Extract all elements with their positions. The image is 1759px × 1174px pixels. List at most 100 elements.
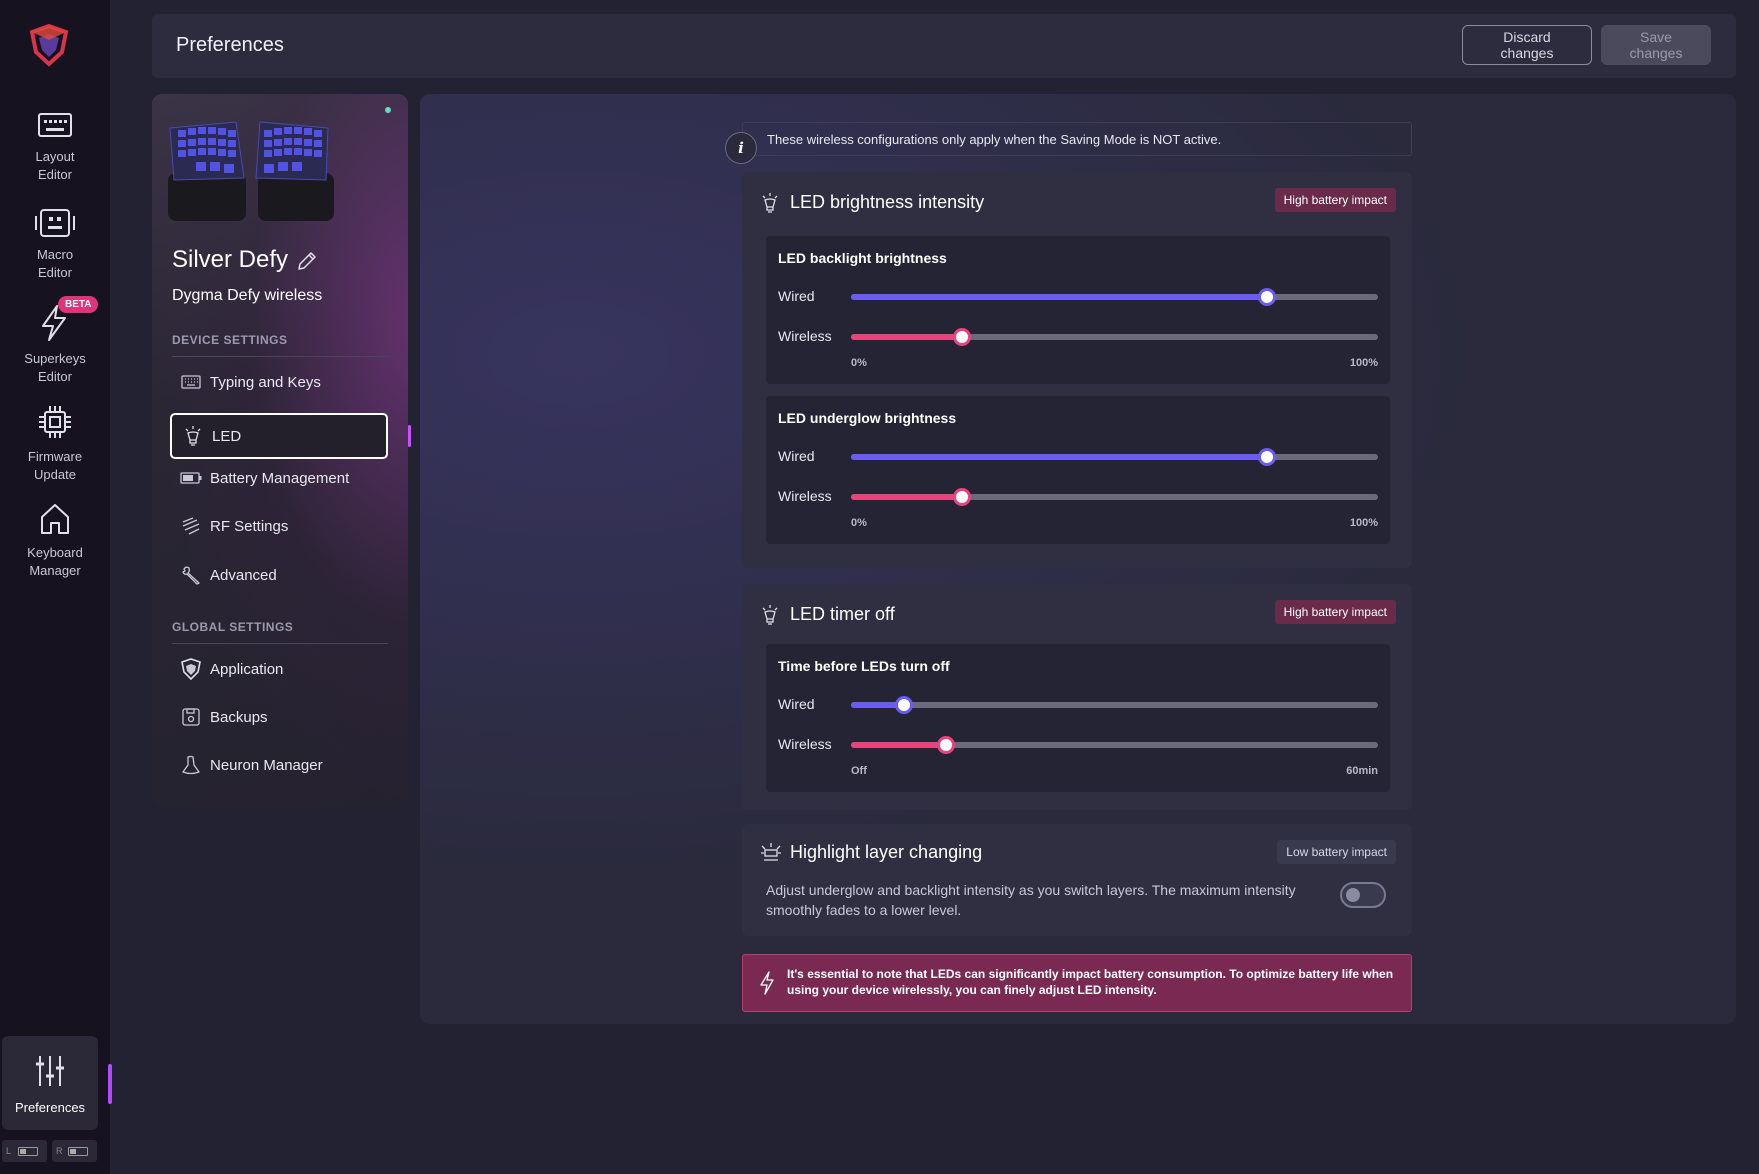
- slider-thumb[interactable]: [894, 696, 913, 714]
- led-bulb-icon: [182, 425, 204, 447]
- slider-fill: [851, 334, 962, 340]
- slider-min-label: 0%: [851, 357, 867, 369]
- neuron-icon: [180, 755, 202, 775]
- menu-item-label: Neuron Manager: [210, 756, 323, 774]
- macro-icon: [35, 209, 75, 237]
- device-card: Silver Defy Dygma Defy wireless DEVICE S…: [152, 94, 408, 808]
- dygma-logo-icon: [29, 23, 69, 67]
- highlight-layer-toggle[interactable]: [1340, 882, 1386, 908]
- page-header: Preferences Discard changes Save changes: [152, 14, 1736, 78]
- menu-item-label: Typing and Keys: [210, 373, 321, 391]
- underglow-wired-slider[interactable]: [851, 448, 1378, 466]
- wired-label: Wired: [778, 448, 815, 464]
- highlight-glow-icon: [761, 843, 781, 861]
- rail-label: Macro: [36, 247, 74, 262]
- lightning-icon: [760, 971, 774, 995]
- slider-thumb[interactable]: [1258, 448, 1277, 466]
- wireless-label: Wireless: [778, 736, 832, 752]
- discard-changes-button[interactable]: Discard changes: [1462, 25, 1592, 65]
- rail-label: Update: [34, 467, 76, 482]
- menu-item-backups[interactable]: Backups: [170, 695, 388, 739]
- battery-impact-badge: Low battery impact: [1277, 840, 1396, 864]
- battery-icon: [18, 1147, 38, 1156]
- underglow-wireless-slider[interactable]: [851, 488, 1378, 506]
- active-rail-indicator: [108, 1064, 112, 1104]
- rail-label: Firmware: [27, 449, 83, 464]
- led-bulb-icon: [762, 605, 778, 625]
- wireless-label: Wireless: [778, 488, 832, 504]
- menu-item-typing-and-keys[interactable]: Typing and Keys: [170, 360, 388, 404]
- card-title: Highlight layer changing: [790, 842, 983, 862]
- section-divider: [172, 356, 388, 357]
- menu-item-label: Backups: [210, 708, 268, 726]
- battery-impact-badge: High battery impact: [1274, 188, 1396, 212]
- menu-item-advanced[interactable]: Advanced: [170, 553, 388, 597]
- slider-thumb[interactable]: [936, 736, 955, 754]
- menu-item-label: Advanced: [210, 566, 277, 584]
- timer-wired-slider[interactable]: [851, 696, 1378, 714]
- battery-warning-banner: It's essential to note that LEDs can sig…: [742, 954, 1412, 1012]
- rail-label: Preferences: [14, 1100, 86, 1115]
- battery-icon: [180, 472, 202, 484]
- backlight-wireless-slider[interactable]: [851, 328, 1378, 346]
- card-title: LED timer off: [790, 604, 895, 624]
- battery-impact-badge: High battery impact: [1274, 600, 1396, 624]
- keyboard-icon: [38, 113, 72, 137]
- menu-item-rf-settings[interactable]: RF Settings: [170, 504, 388, 548]
- slider-fill: [851, 454, 1268, 460]
- right-battery-indicator: R: [52, 1140, 97, 1162]
- slider-thumb[interactable]: [952, 488, 971, 506]
- slider-thumb[interactable]: [1258, 288, 1277, 306]
- rail-layout-editor[interactable]: Layout Editor: [0, 112, 110, 184]
- led-timer-card: LED timer off High battery impact Time b…: [742, 584, 1412, 810]
- backlight-wired-slider[interactable]: [851, 288, 1378, 306]
- save-disk-icon: [180, 708, 202, 726]
- keyboard-image: [168, 121, 334, 221]
- connection-status-dot: [385, 107, 391, 113]
- menu-item-label: Application: [210, 660, 284, 678]
- menu-item-label: RF Settings: [210, 517, 289, 535]
- menu-item-battery-management[interactable]: Battery Management: [170, 456, 388, 500]
- keyboard-icon: [180, 375, 202, 389]
- active-menu-indicator: [408, 425, 411, 447]
- menu-item-application[interactable]: Application: [170, 647, 388, 691]
- device-name: Silver Defy: [172, 246, 289, 273]
- backlight-brightness-group: LED backlight brightness Wired Wireless …: [766, 236, 1390, 384]
- led-bulb-icon: [762, 193, 778, 213]
- wireless-signal-icon: [180, 516, 202, 536]
- info-message: These wireless configurations only apply…: [767, 131, 1222, 147]
- slider-min-label: 0%: [851, 517, 867, 529]
- shield-icon: [180, 658, 202, 680]
- rail-keyboard-manager[interactable]: Keyboard Manager: [0, 502, 110, 580]
- save-changes-button[interactable]: Save changes: [1601, 25, 1711, 65]
- timer-wireless-slider[interactable]: [851, 736, 1378, 754]
- slider-thumb[interactable]: [952, 328, 971, 346]
- device-settings-heading: DEVICE SETTINGS: [172, 333, 288, 347]
- global-settings-heading: GLOBAL SETTINGS: [172, 620, 294, 634]
- led-brightness-card: LED brightness intensity High battery im…: [742, 172, 1412, 568]
- rail-preferences[interactable]: Preferences: [2, 1036, 98, 1130]
- battery-side-label: R: [56, 1146, 63, 1156]
- slider-min-label: Off: [851, 765, 867, 777]
- rail-firmware-update[interactable]: Firmware Update: [0, 404, 110, 484]
- warning-message: It's essential to note that LEDs can sig…: [787, 967, 1394, 997]
- beta-badge: BETA: [58, 296, 99, 313]
- edit-pencil-icon[interactable]: [296, 250, 318, 272]
- navigation-rail: Layout Editor Macro Editor BETA Superkey…: [0, 0, 110, 1174]
- rail-label: Superkeys: [24, 351, 86, 366]
- slider-fill: [851, 742, 946, 748]
- rail-superkeys-editor[interactable]: BETA Superkeys Editor: [0, 296, 110, 386]
- underglow-brightness-group: LED underglow brightness Wired Wireless …: [766, 396, 1390, 544]
- led-settings-panel: These wireless configurations only apply…: [420, 94, 1736, 1024]
- page-title: Preferences: [176, 34, 284, 56]
- rail-macro-editor[interactable]: Macro Editor: [0, 208, 110, 282]
- left-battery-indicator: L: [2, 1140, 47, 1162]
- chip-icon: [39, 406, 71, 438]
- rail-label: Layout: [35, 149, 75, 164]
- rail-label: Editor: [38, 369, 72, 384]
- menu-item-label: LED: [212, 427, 242, 445]
- menu-item-led[interactable]: LED: [170, 413, 388, 459]
- wired-label: Wired: [778, 288, 815, 304]
- menu-item-neuron-manager[interactable]: Neuron Manager: [170, 743, 388, 787]
- group-title: LED underglow brightness: [778, 410, 957, 426]
